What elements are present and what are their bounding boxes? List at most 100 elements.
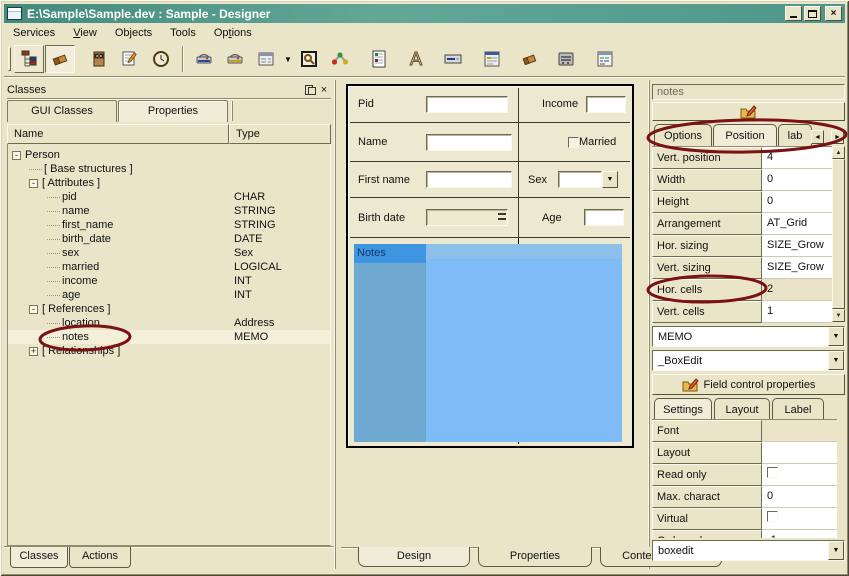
edit-field-button[interactable] (652, 102, 845, 121)
virtual-checkbox[interactable] (767, 511, 778, 522)
tab-layout[interactable]: Layout (714, 398, 770, 419)
collapse-icon[interactable]: - (12, 151, 21, 160)
read-only-checkbox[interactable] (767, 467, 778, 478)
close-button[interactable]: × (825, 6, 842, 21)
pid-input[interactable] (426, 96, 508, 113)
title-bar[interactable]: E:\Sample\Sample.dev : Sample - Designer… (4, 4, 845, 23)
property-row[interactable]: Width 0 (652, 169, 832, 191)
expand-icon[interactable]: + (29, 347, 38, 356)
control-class-select[interactable]: _BoxEdit ▼ (652, 350, 845, 371)
menu-item-tools[interactable]: Tools (161, 25, 205, 41)
eraser-button[interactable] (45, 45, 75, 73)
tree-item-birth-date[interactable]: birth_date DATE (8, 232, 330, 246)
type-dropdown-arrow[interactable]: ▼ (828, 327, 844, 346)
property-row[interactable]: Height 0 (652, 191, 832, 213)
right-splitter[interactable] (648, 80, 650, 569)
book-button[interactable] (84, 45, 114, 73)
code-window-button[interactable] (590, 45, 620, 73)
notes-memo-control[interactable]: Notes (354, 244, 626, 442)
property-row-layout[interactable]: Layout (652, 442, 837, 464)
form-window-button[interactable] (251, 45, 281, 73)
property-row-font[interactable]: Font (652, 420, 837, 442)
engine-button[interactable] (551, 45, 581, 73)
scrollbar-thumb[interactable] (832, 159, 845, 309)
tree-item-pid[interactable]: pid CHAR (8, 190, 330, 204)
tab-label[interactable]: Label (772, 398, 824, 419)
field-type-select[interactable]: MEMO ▼ (652, 326, 845, 347)
property-grid-scrollbar[interactable]: ▲ ▼ (832, 146, 845, 322)
tree-item-sex[interactable]: sex Sex (8, 246, 330, 260)
property-row[interactable]: Vert. cells 1 (652, 301, 832, 323)
menu-item-objects[interactable]: Objects (106, 25, 161, 41)
machine-yellow-button[interactable] (220, 45, 250, 73)
tab-classes[interactable]: Classes (10, 547, 68, 568)
tab-actions[interactable]: Actions (69, 547, 131, 568)
maximize-button[interactable] (804, 6, 821, 21)
property-row[interactable]: Hor. sizing SIZE_Grow (652, 235, 832, 257)
property-row[interactable]: Arrangement AT_Grid (652, 213, 832, 235)
eraser-small-button[interactable] (514, 45, 544, 73)
tree-item-first-name[interactable]: first_name STRING (8, 218, 330, 232)
control-name-select[interactable]: boxedit ▼ (652, 540, 845, 561)
birth-date-picker-icon[interactable] (498, 213, 506, 215)
tree-item-person[interactable]: - Person (8, 148, 330, 162)
font-button[interactable]: A (401, 45, 431, 73)
property-row-hor-cells[interactable]: Hor. cells 2 (652, 279, 832, 301)
birth-date-input[interactable] (426, 209, 508, 226)
property-row[interactable]: Vert. sizing SIZE_Grow (652, 257, 832, 279)
column-header-type[interactable]: Type (229, 124, 331, 144)
tab-properties-bottom[interactable]: Properties (478, 547, 592, 567)
tree-item-attributes[interactable]: - [ Attributes ] (8, 176, 330, 190)
married-checkbox[interactable] (568, 137, 579, 148)
tab-options[interactable]: Options (654, 124, 712, 146)
form-design-canvas[interactable]: Pid Income Name Married First name Sex ▼… (346, 84, 634, 448)
close-panel-icon[interactable]: × (317, 83, 331, 96)
property-row-order-column[interactable]: Order column -1 (652, 530, 837, 538)
sex-dropdown-arrow[interactable]: ▼ (602, 171, 618, 188)
first-name-input[interactable] (426, 171, 512, 188)
preview-button[interactable] (294, 45, 324, 73)
name-input[interactable] (426, 134, 512, 151)
property-row-max-characters[interactable]: Max. charact 0 (652, 486, 837, 508)
notes-edit-area[interactable] (426, 244, 622, 442)
tree-item-income[interactable]: income INT (8, 274, 330, 288)
machine-blue-button[interactable] (189, 45, 219, 73)
widget-button-button[interactable] (438, 45, 468, 73)
sex-combobox[interactable] (558, 171, 602, 188)
tab-properties[interactable]: Properties (118, 100, 228, 122)
class-tree-button[interactable] (14, 45, 44, 73)
notes-label[interactable]: Notes (354, 244, 426, 263)
property-row[interactable]: Vert. position 4 (652, 147, 832, 169)
edit-document-button[interactable] (115, 45, 145, 73)
income-input[interactable] (586, 96, 626, 113)
column-header-name[interactable]: Name (7, 124, 229, 144)
tab-design[interactable]: Design (358, 547, 470, 567)
property-row-read-only[interactable]: Read only (652, 464, 837, 486)
tab-scroll-right-icon[interactable]: ► (831, 130, 844, 144)
menu-item-services[interactable]: Services (4, 25, 64, 41)
tree-item-age[interactable]: age INT (8, 288, 330, 302)
collapse-icon[interactable]: - (29, 305, 38, 314)
menu-item-view[interactable]: View (64, 25, 106, 41)
property-row-virtual[interactable]: Virtual (652, 508, 837, 530)
form-grid-button[interactable] (477, 45, 507, 73)
toolbar-grip[interactable] (8, 47, 11, 71)
tab-settings[interactable]: Settings (654, 398, 712, 419)
tree-item-married[interactable]: married LOGICAL (8, 260, 330, 274)
tab-gui-classes[interactable]: GUI Classes (7, 100, 117, 122)
tab-label-truncated[interactable]: lab (778, 124, 812, 146)
field-control-properties-button[interactable]: Field control properties (652, 374, 845, 395)
collapse-icon[interactable]: - (29, 179, 38, 188)
tab-position[interactable]: Position (713, 124, 777, 146)
scroll-up-icon[interactable]: ▲ (832, 146, 845, 159)
tree-item-location[interactable]: location Address (8, 316, 330, 330)
traffic-light-button[interactable] (325, 45, 355, 73)
menu-item-options[interactable]: Options (205, 25, 261, 41)
scroll-down-icon[interactable]: ▼ (832, 309, 845, 322)
tree-item-references[interactable]: - [ References ] (8, 302, 330, 316)
dock-icon[interactable] (303, 83, 317, 96)
tree-item-relationships[interactable]: + [ Relationships ] (8, 344, 330, 358)
report-button[interactable] (364, 45, 394, 73)
tab-scroll-left-icon[interactable]: ◄ (811, 130, 824, 144)
tree-item-name[interactable]: name STRING (8, 204, 330, 218)
